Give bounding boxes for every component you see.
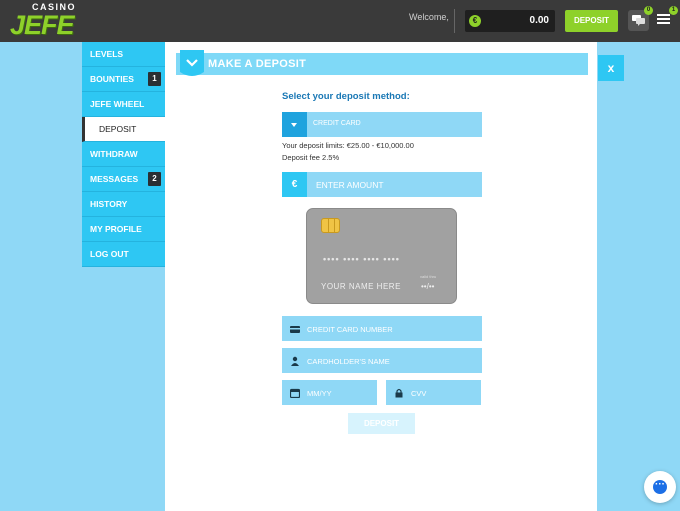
card-expiry-preview: ••/••	[421, 282, 435, 291]
sidebar-item-label: MESSAGES	[90, 174, 139, 184]
casino-jefe-logo[interactable]: CASINO JEFE	[10, 2, 96, 40]
euro-icon: €	[282, 172, 307, 197]
sidebar-nav: LEVELS BOUNTIES 1 JEFE WHEEL DEPOSIT WITH…	[82, 42, 165, 267]
selected-method: CREDIT CARD	[313, 120, 361, 127]
sidebar-item-messages[interactable]: MESSAGES 2	[82, 167, 165, 192]
livechat-icon	[653, 479, 667, 494]
menu-icon-bar	[657, 14, 670, 16]
card-chip-icon	[321, 218, 340, 233]
valid-thru-label: valid thru	[420, 274, 437, 279]
top-bar: CASINO JEFE Welcome, € 0.00 DEPOSIT 0 1	[0, 0, 680, 42]
sidebar-item-my-profile[interactable]: MY PROFILE	[82, 217, 165, 242]
sidebar-item-label: LEVELS	[90, 49, 124, 59]
sidebar-item-bounties[interactable]: BOUNTIES 1	[82, 67, 165, 92]
menu-icon-bar	[657, 18, 670, 20]
deposit-submit-button[interactable]: DEPOSIT	[348, 413, 415, 434]
card-number-placeholder: CREDIT CARD NUMBER	[307, 325, 393, 334]
sidebar-item-withdraw[interactable]: WITHDRAW	[82, 142, 165, 167]
amount-input[interactable]: € ENTER AMOUNT	[282, 172, 482, 197]
method-title: Select your deposit method:	[282, 91, 410, 102]
card-name-preview: YOUR NAME HERE	[321, 282, 401, 291]
bounties-count-badge: 1	[148, 72, 161, 86]
sidebar-item-log-out[interactable]: LOG OUT	[82, 242, 165, 267]
cardholder-name-field[interactable]: CARDHOLDER'S NAME	[282, 348, 482, 373]
sidebar-item-label: WITHDRAW	[90, 149, 138, 159]
menu-icon-bar	[657, 22, 670, 24]
menu-button[interactable]	[656, 12, 672, 28]
sidebar-item-label: BOUNTIES	[90, 74, 134, 84]
chat-badge: 0	[644, 6, 653, 15]
deposit-fee-text: Deposit fee 2.5%	[282, 153, 340, 162]
euro-icon: €	[469, 15, 481, 27]
page-title: MAKE A DEPOSIT	[208, 58, 307, 70]
chat-icon	[632, 15, 645, 26]
topbar-deposit-button[interactable]: DEPOSIT	[565, 10, 618, 32]
sidebar-item-jefe-wheel[interactable]: JEFE WHEEL	[82, 92, 165, 117]
cardholder-placeholder: CARDHOLDER'S NAME	[307, 357, 390, 366]
close-button[interactable]: x	[598, 55, 624, 81]
logo-jefe-text: JEFE	[10, 10, 75, 40]
sidebar-item-history[interactable]: HISTORY	[82, 192, 165, 217]
balance-display: € 0.00	[465, 10, 555, 32]
expiry-field[interactable]: MM/YY	[282, 380, 377, 405]
sidebar-item-label: HISTORY	[90, 199, 128, 209]
amount-placeholder: ENTER AMOUNT	[316, 180, 384, 190]
balance-amount: 0.00	[529, 15, 549, 26]
card-number-field[interactable]: CREDIT CARD NUMBER	[282, 316, 482, 341]
sidebar-item-label: MY PROFILE	[90, 224, 142, 234]
topbar-divider	[454, 9, 455, 33]
user-icon	[291, 356, 299, 366]
chevron-down-icon	[180, 50, 204, 76]
expiry-placeholder: MM/YY	[307, 389, 332, 398]
sidebar-item-label: LOG OUT	[90, 249, 129, 259]
sidebar-item-levels[interactable]: LEVELS	[82, 42, 165, 67]
lock-icon	[395, 388, 403, 398]
messages-count-badge: 2	[148, 172, 161, 186]
credit-card-icon	[290, 326, 300, 333]
cvv-field[interactable]: CVV	[386, 380, 481, 405]
calendar-icon	[290, 388, 300, 398]
cvv-placeholder: CVV	[411, 389, 427, 398]
sidebar-item-deposit[interactable]: DEPOSIT	[82, 117, 165, 142]
welcome-text: Welcome,	[409, 12, 449, 22]
credit-card-preview: •••• •••• •••• •••• valid thru YOUR NAME…	[306, 208, 457, 304]
sidebar-item-label: JEFE WHEEL	[90, 99, 145, 109]
chevron-down-icon	[282, 112, 307, 137]
deposit-limits-text: Your deposit limits: €25.00 - €10,000.00	[282, 141, 414, 150]
deposit-method-select[interactable]: CREDIT CARD	[282, 112, 482, 137]
card-number-preview: •••• •••• •••• ••••	[323, 254, 400, 264]
menu-badge: 1	[669, 6, 678, 15]
livechat-button[interactable]	[644, 471, 676, 503]
sidebar-item-label: DEPOSIT	[99, 124, 137, 134]
sidebar: LEVELS BOUNTIES 1 JEFE WHEEL DEPOSIT WITH…	[82, 42, 165, 511]
